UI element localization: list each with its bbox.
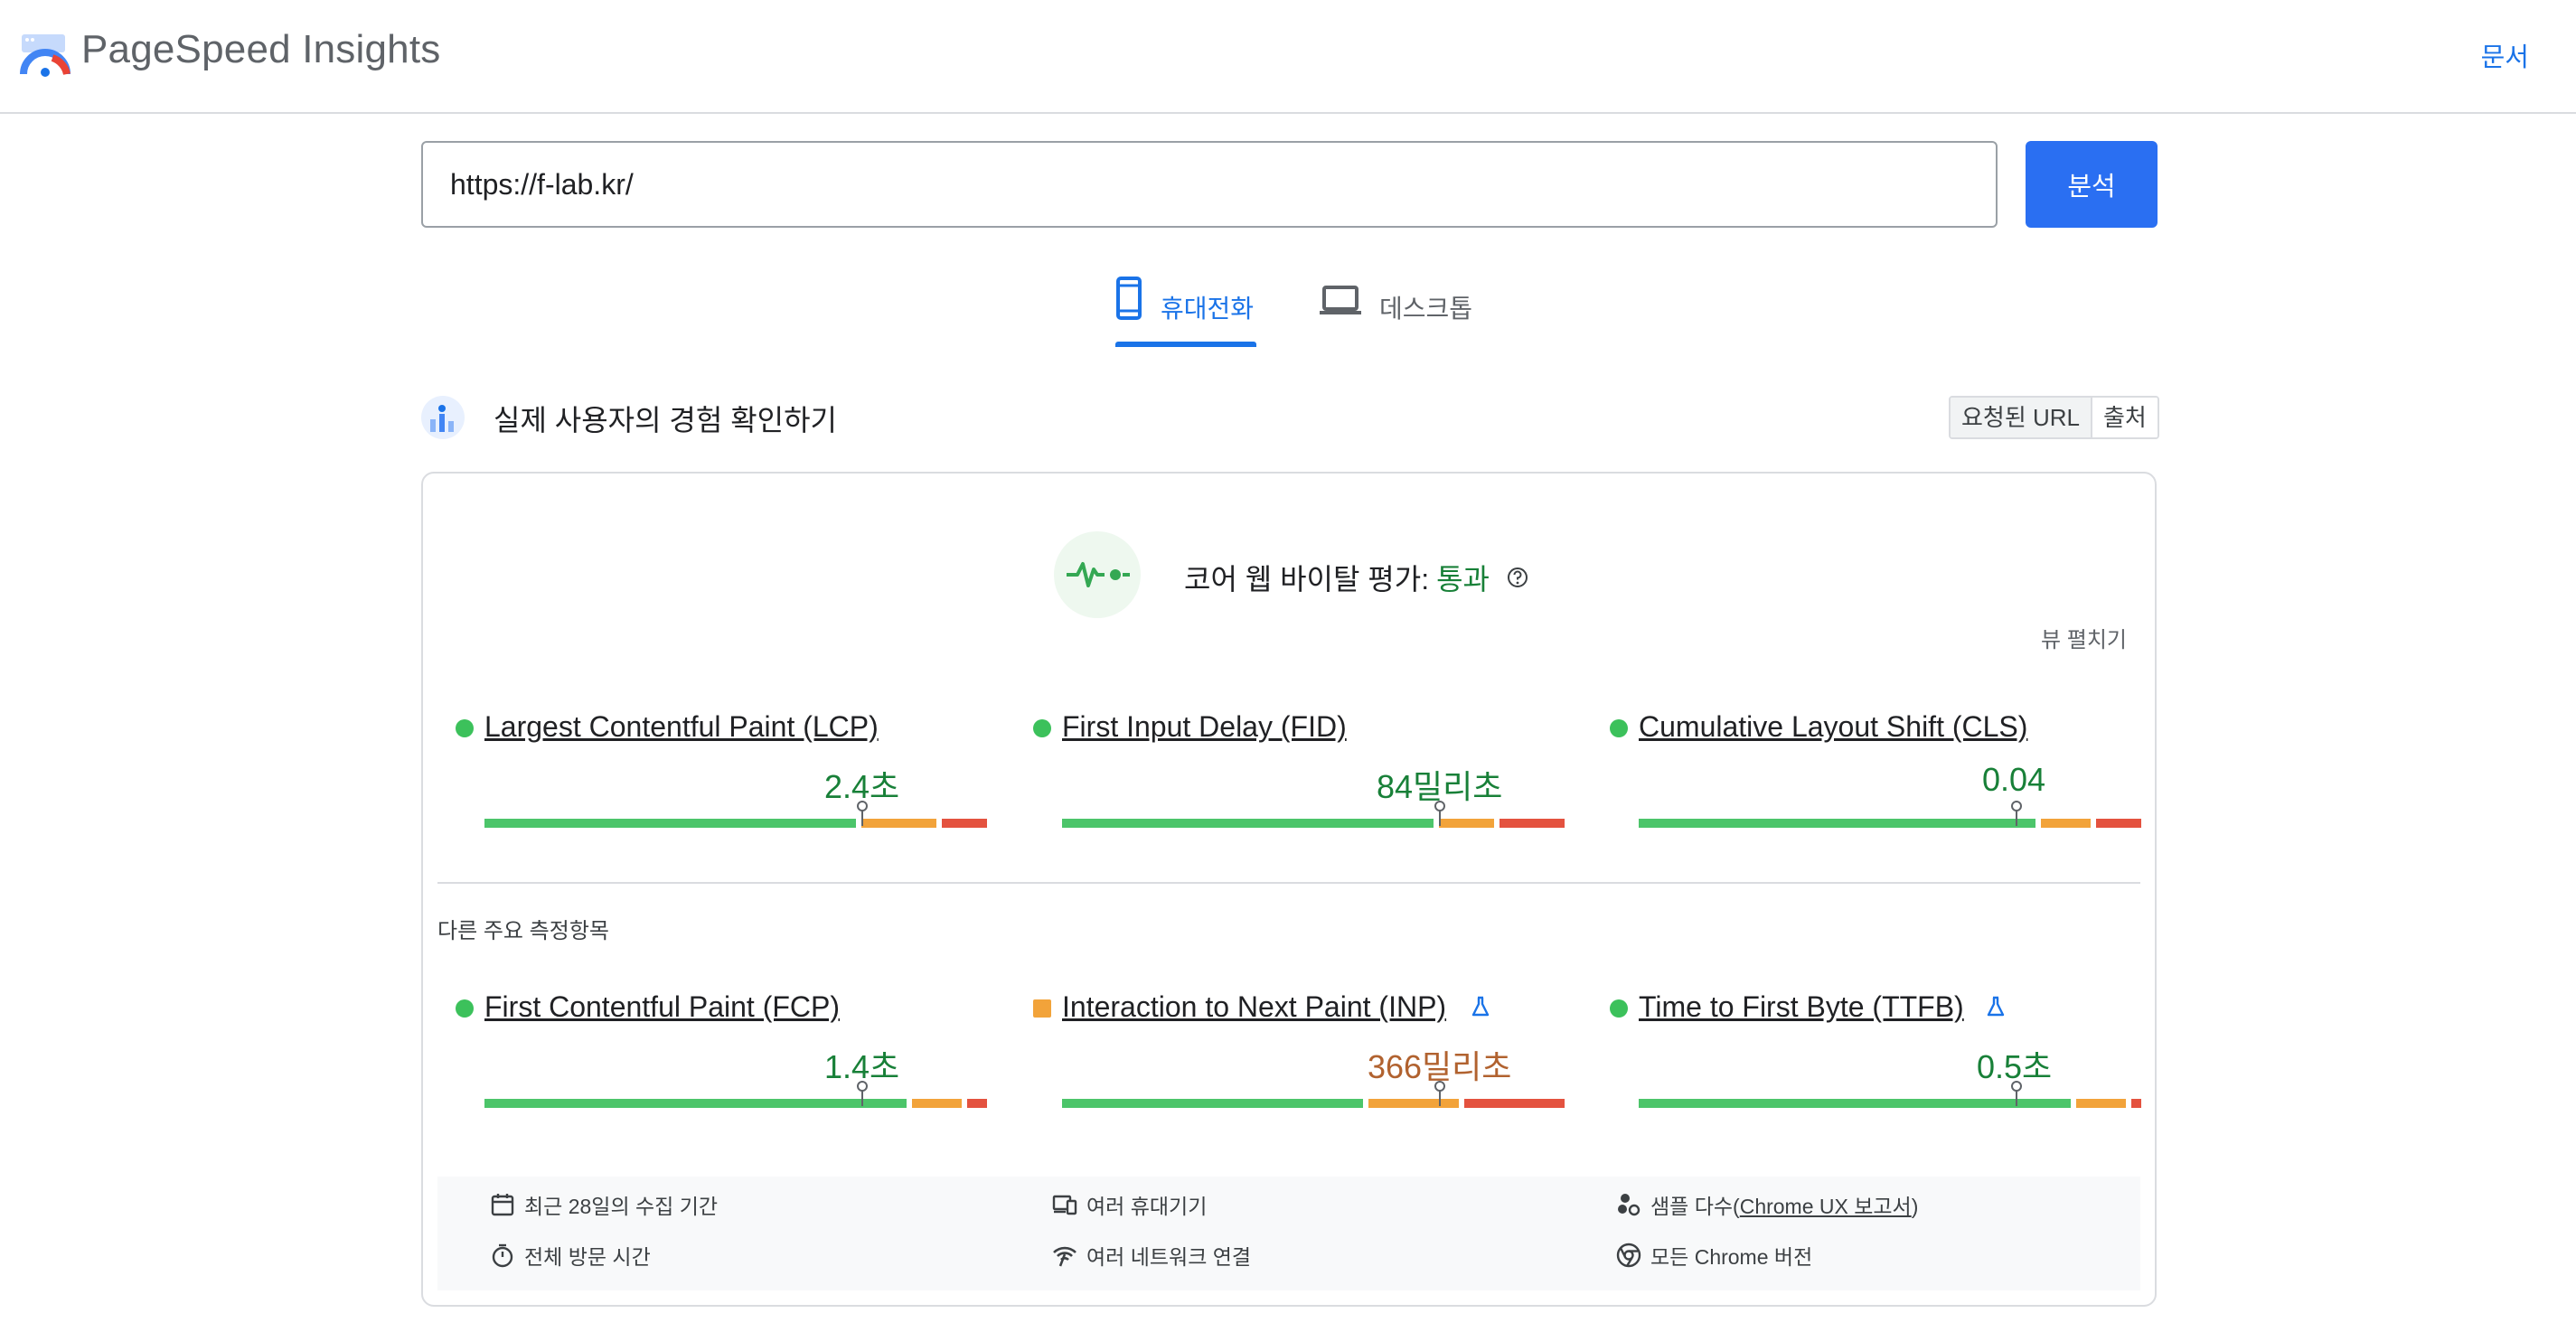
info-period-text: 최근 28일의 수집 기간 xyxy=(524,1195,719,1218)
brand-title[interactable]: PageSpeed Insights xyxy=(81,27,440,72)
info-duration-text: 전체 방문 시간 xyxy=(524,1245,651,1269)
info-collection-period: 최근 28일의 수집 기간 xyxy=(490,1189,718,1220)
assessment-label: 코어 웹 바이탈 평가: xyxy=(1184,563,1430,596)
metric-name[interactable]: Largest Contentful Paint (LCP) xyxy=(484,710,879,744)
good-segment xyxy=(1062,1099,1363,1108)
assessment-status: 통과 xyxy=(1436,563,1490,596)
needs-improvement-segment xyxy=(1439,819,1494,828)
p75-marker xyxy=(857,1081,868,1106)
stopwatch-icon xyxy=(492,1243,513,1268)
poor-segment xyxy=(1464,1099,1565,1108)
good-indicator xyxy=(456,719,474,737)
other-metrics-label: 다른 주요 측정항목 xyxy=(437,919,609,943)
chrome-icon xyxy=(1616,1243,1641,1268)
good-segment xyxy=(1062,819,1434,828)
metric-name[interactable]: First Input Delay (FID) xyxy=(1062,710,1347,744)
p75-marker xyxy=(857,801,868,826)
section-divider xyxy=(437,882,2140,884)
needs-improvement-segment xyxy=(2041,819,2091,828)
good-segment xyxy=(1639,819,2035,828)
good-segment xyxy=(1639,1099,2071,1108)
docs-link[interactable]: 문서 xyxy=(2481,36,2529,74)
p75-marker xyxy=(2011,801,2022,826)
metric-name-text: Interaction to Next Paint (INP) xyxy=(1062,990,1447,1023)
laptop-icon xyxy=(1320,286,1361,314)
pulse-icon xyxy=(1067,562,1130,587)
analyze-button[interactable]: 분석 xyxy=(2026,141,2158,228)
poor-segment xyxy=(967,1099,987,1108)
tab-mobile-label: 휴대전화 xyxy=(1161,295,1255,323)
info-devices-text: 여러 휴대기기 xyxy=(1086,1195,1208,1218)
samples-icon xyxy=(1618,1194,1641,1216)
info-samples-text: 샘플 다수(Chrome UX 보고서) xyxy=(1650,1189,1918,1220)
metric-name[interactable]: Interaction to Next Paint (INP) xyxy=(1062,990,1446,1024)
poor-segment xyxy=(942,819,987,828)
tab-desktop[interactable]: 데스크톱 xyxy=(1320,277,1482,349)
p75-marker xyxy=(1434,1081,1445,1106)
needs-improvement-indicator xyxy=(1033,999,1051,1018)
experimental-flask-icon[interactable] xyxy=(1471,996,1490,1018)
info-chrome-text: 모든 Chrome 버전 xyxy=(1650,1245,1813,1269)
distribution-bar xyxy=(1062,1081,1565,1110)
good-indicator xyxy=(1033,719,1051,737)
info-samples: 샘플 다수(Chrome UX 보고서) xyxy=(1616,1189,1918,1220)
distribution-bar xyxy=(1639,1081,2141,1110)
pagespeed-logo-icon[interactable] xyxy=(20,31,71,81)
assessment-badge xyxy=(1054,531,1141,618)
p75-marker xyxy=(2011,1081,2022,1106)
section-title: 실제 사용자의 경험 확인하기 xyxy=(494,404,837,436)
metric-name[interactable]: Time to First Byte (TTFB) xyxy=(1639,990,1964,1024)
good-indicator xyxy=(1610,719,1628,737)
good-segment xyxy=(484,819,856,828)
info-chrome-versions: 모든 Chrome 버전 xyxy=(1616,1240,1812,1271)
good-indicator xyxy=(1610,999,1628,1018)
info-network: 여러 네트워크 연결 xyxy=(1052,1240,1251,1271)
needs-improvement-segment xyxy=(2076,1099,2126,1108)
poor-segment xyxy=(1500,819,1565,828)
metric-value: 0.04 xyxy=(1982,761,2046,798)
assessment-text: 코어 웹 바이탈 평가: 통과 xyxy=(1184,557,1529,598)
samples-prefix: 샘플 다수( xyxy=(1650,1195,1740,1218)
experimental-flask-icon[interactable] xyxy=(1986,996,2006,1018)
top-bar: PageSpeed Insights 문서 xyxy=(0,0,2576,114)
metric-name[interactable]: First Contentful Paint (FCP) xyxy=(484,990,840,1024)
p75-marker xyxy=(1434,801,1445,826)
wifi-icon xyxy=(1053,1246,1076,1267)
samples-suffix: ) xyxy=(1911,1195,1919,1218)
poor-segment xyxy=(2131,1099,2141,1108)
needs-improvement-segment xyxy=(912,1099,962,1108)
info-network-text: 여러 네트워크 연결 xyxy=(1086,1245,1252,1269)
metric-name-text: Time to First Byte (TTFB) xyxy=(1639,990,1964,1023)
toggle-origin[interactable]: 출처 xyxy=(2092,398,2158,437)
url-input[interactable] xyxy=(421,141,1998,228)
help-icon[interactable] xyxy=(1506,566,1529,589)
metric-name[interactable]: Cumulative Layout Shift (CLS) xyxy=(1639,710,2027,744)
needs-improvement-segment xyxy=(1368,1099,1459,1108)
distribution-bar xyxy=(484,801,987,830)
crux-data-icon xyxy=(421,396,465,439)
smartphone-icon xyxy=(1116,277,1142,320)
url-origin-toggle: 요청된 URL 출처 xyxy=(1949,396,2159,439)
good-indicator xyxy=(456,999,474,1018)
distribution-bar xyxy=(484,1081,987,1110)
crux-report-link[interactable]: Chrome UX 보고서 xyxy=(1740,1195,1912,1218)
tab-mobile[interactable]: 휴대전화 xyxy=(1115,277,1256,349)
good-segment xyxy=(484,1099,907,1108)
calendar-icon xyxy=(491,1194,514,1216)
distribution-bar xyxy=(1639,801,2141,830)
needs-improvement-segment xyxy=(861,819,936,828)
tab-desktop-label: 데스크톱 xyxy=(1379,295,1473,323)
poor-segment xyxy=(2096,819,2141,828)
info-visit-duration: 전체 방문 시간 xyxy=(490,1240,651,1271)
devices-icon xyxy=(1052,1195,1077,1215)
distribution-bar xyxy=(1062,801,1565,830)
toggle-requested-url[interactable]: 요청된 URL xyxy=(1951,398,2092,437)
active-tab-indicator xyxy=(1115,342,1256,347)
expand-view-link[interactable]: 뷰 펼치기 xyxy=(2041,622,2127,653)
info-devices: 여러 휴대기기 xyxy=(1052,1189,1207,1220)
